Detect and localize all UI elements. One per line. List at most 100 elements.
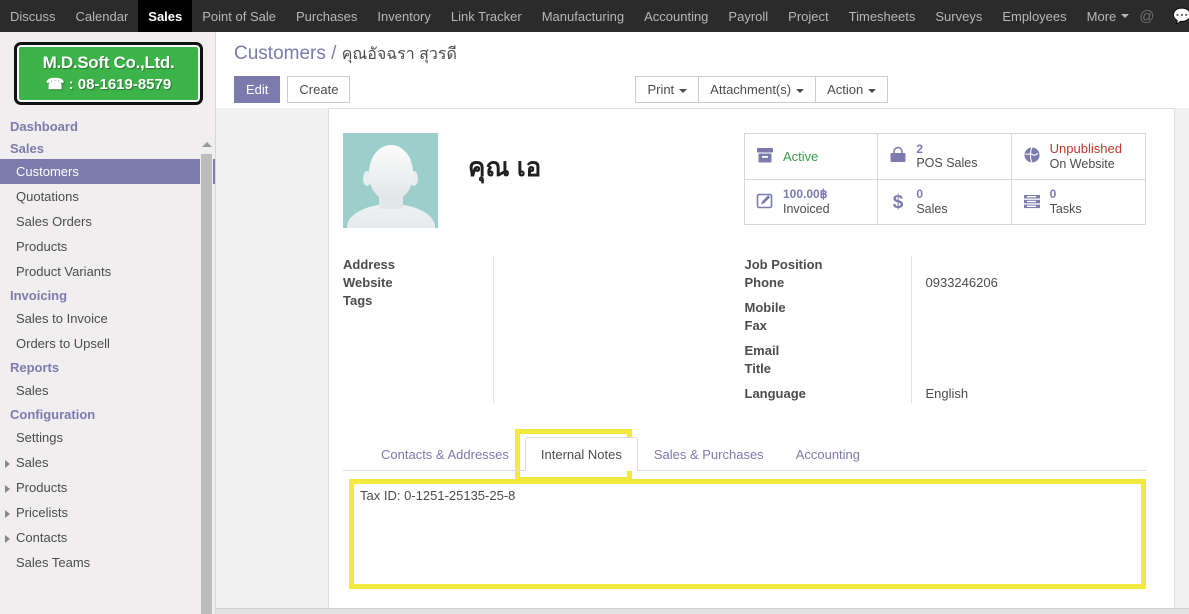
- main-content: Customers / คุณอัจฉรา สุวรดี Edit Create…: [216, 32, 1189, 614]
- sidebar-item-sales[interactable]: Sales: [0, 378, 215, 403]
- sidebar-section-configuration[interactable]: Configuration: [0, 403, 215, 425]
- field-value-mobile[interactable]: [926, 299, 1147, 317]
- stat-button-on-website[interactable]: Unpublished On Website: [1011, 134, 1145, 181]
- field-value-address[interactable]: [508, 256, 745, 274]
- nav-item-label: Inventory: [377, 8, 431, 24]
- field-value-email[interactable]: [926, 342, 1147, 360]
- action-label: Action: [827, 82, 864, 97]
- topbar-right-icons: @ 💬: [1139, 0, 1189, 32]
- nav-item-point-of-sale[interactable]: Point of Sale: [192, 0, 286, 32]
- internal-notes-textarea[interactable]: Tax ID: 0-1251-25135-25-8: [354, 484, 1141, 584]
- nav-item-employees[interactable]: Employees: [992, 0, 1076, 32]
- stat-button-pos-sales[interactable]: 2 POS Sales: [878, 134, 1012, 181]
- company-phone-number: 08-1619-8579: [77, 76, 172, 93]
- form-group-left: Address Website Tags: [343, 256, 745, 403]
- nav-item-accounting[interactable]: Accounting: [634, 0, 718, 32]
- sidebar-item-label: Orders to Upsell: [16, 336, 110, 351]
- print-dropdown-button[interactable]: Print: [635, 76, 699, 103]
- tab-internal-notes[interactable]: Internal Notes: [524, 437, 638, 471]
- right-field-values: 0933246206 English: [910, 256, 1147, 403]
- sidebar-item-contacts[interactable]: Contacts: [0, 525, 215, 550]
- nav-item-discuss[interactable]: Discuss: [0, 0, 66, 32]
- scroll-up-arrow-icon[interactable]: [201, 142, 212, 147]
- company-logo: M.D.Soft Co.,Ltd. ☎ : 08-1619-8579: [14, 42, 203, 105]
- mention-icon[interactable]: @: [1139, 9, 1154, 24]
- sidebar-item-customers[interactable]: Customers: [0, 159, 215, 184]
- attachments-dropdown-button[interactable]: Attachment(s): [698, 76, 816, 103]
- nav-item-surveys[interactable]: Surveys: [925, 0, 992, 32]
- field-value-tags[interactable]: [508, 292, 745, 310]
- avatar[interactable]: [343, 133, 438, 228]
- stat-button-sales[interactable]: $0 Sales: [878, 180, 1012, 224]
- sidebar-item-product-variants[interactable]: Product Variants: [0, 259, 215, 284]
- nav-item-inventory[interactable]: Inventory: [367, 0, 440, 32]
- sidebar-item-orders-to-upsell[interactable]: Orders to Upsell: [0, 331, 215, 356]
- field-value-website[interactable]: [508, 274, 745, 292]
- sidebar-section-reports[interactable]: Reports: [0, 356, 215, 378]
- field-value-language[interactable]: English: [926, 385, 1147, 403]
- sidebar-section-dashboard[interactable]: Dashboard: [0, 115, 215, 137]
- nav-item-label: Sales: [148, 8, 183, 24]
- sidebar-item-products[interactable]: Products: [0, 234, 215, 259]
- edit-button[interactable]: Edit: [234, 76, 281, 103]
- control-panel: Customers / คุณอัจฉรา สุวรดี Edit Create…: [216, 32, 1189, 108]
- sidebar-item-sales[interactable]: Sales: [0, 450, 215, 475]
- chevron-down-icon: [796, 88, 805, 93]
- right-field-labels: Job Position Phone Mobile Fax Email Title Lang…: [745, 256, 911, 403]
- stat-label: Tasks: [1049, 201, 1082, 216]
- stat-button-active[interactable]: Active: [745, 134, 879, 181]
- sidebar-item-sales-teams[interactable]: Sales Teams: [0, 550, 215, 575]
- sidebar-section-sales[interactable]: Sales: [0, 137, 215, 159]
- tasks-icon: [1022, 191, 1042, 214]
- field-value-job-position[interactable]: [926, 256, 1147, 274]
- sidebar-item-products[interactable]: Products: [0, 475, 215, 500]
- primary-buttons: Edit Create: [234, 76, 351, 103]
- record-title: คุณ เอ: [468, 152, 542, 182]
- stat-label: Invoiced: [783, 201, 830, 216]
- tab-contacts-addresses[interactable]: Contacts & Addresses: [365, 437, 525, 471]
- sidebar-scrollbar[interactable]: [200, 140, 213, 614]
- tab-accounting[interactable]: Accounting: [780, 437, 876, 471]
- field-gap: [926, 292, 1147, 299]
- nav-item-purchases[interactable]: Purchases: [286, 0, 367, 32]
- stat-button-tasks[interactable]: 0 Tasks: [1012, 180, 1145, 224]
- sidebar-item-sales-orders[interactable]: Sales Orders: [0, 209, 215, 234]
- nav-item-manufacturing[interactable]: Manufacturing: [532, 0, 634, 32]
- field-gap: [926, 335, 1147, 342]
- phone-icon: ☎ :: [45, 76, 74, 93]
- horizontal-scrollbar[interactable]: [216, 608, 1189, 614]
- field-value-fax[interactable]: [926, 317, 1147, 335]
- app-menu-list: Discuss Calendar Sales Point of Sale Purchas…: [0, 0, 1139, 32]
- nav-item-more[interactable]: More: [1077, 0, 1140, 32]
- sheet-background: คุณ เอ Active 2 POS Sales Unpublished On Web…: [216, 108, 1189, 614]
- nav-item-payroll[interactable]: Payroll: [718, 0, 778, 32]
- notebook: Contacts & Addresses Internal Notes Sales …: [343, 429, 1146, 589]
- sidebar-item-label: Pricelists: [16, 505, 69, 520]
- nav-item-link-tracker[interactable]: Link Tracker: [441, 0, 532, 32]
- top-navigation-bar: Discuss Calendar Sales Point of Sale Purchas…: [0, 0, 1189, 32]
- action-dropdown-button[interactable]: Action: [815, 76, 889, 103]
- tab-sales-purchases[interactable]: Sales & Purchases: [638, 437, 780, 471]
- sidebar-section-invoicing[interactable]: Invoicing: [0, 284, 215, 306]
- nav-item-project[interactable]: Project: [778, 0, 838, 32]
- tab-label: Sales & Purchases: [653, 447, 764, 462]
- sidebar-item-quotations[interactable]: Quotations: [0, 184, 215, 209]
- sidebar-scrollbar-thumb[interactable]: [201, 154, 212, 614]
- create-button[interactable]: Create: [287, 76, 351, 103]
- company-name: M.D.Soft Co.,Ltd.: [42, 53, 175, 72]
- breadcrumb-customers-link[interactable]: Customers: [234, 43, 326, 64]
- nav-item-sales[interactable]: Sales: [138, 0, 193, 32]
- attachments-label: Attachment(s): [710, 82, 792, 97]
- sidebar-item-sales-to-invoice[interactable]: Sales to Invoice: [0, 306, 215, 331]
- nav-item-label: Payroll: [728, 8, 769, 24]
- nav-item-calendar[interactable]: Calendar: [66, 0, 139, 32]
- sidebar-item-pricelists[interactable]: Pricelists: [0, 500, 215, 525]
- left-field-values: [493, 256, 745, 403]
- stat-label: Sales: [916, 201, 948, 216]
- field-value-phone[interactable]: 0933246206: [926, 274, 1147, 292]
- nav-item-timesheets[interactable]: Timesheets: [839, 0, 926, 32]
- sidebar-item-settings[interactable]: Settings: [0, 425, 215, 450]
- stat-button-invoiced[interactable]: 100.00฿ Invoiced: [745, 180, 879, 224]
- field-value-title[interactable]: [926, 360, 1147, 378]
- messages-icon[interactable]: 💬: [1173, 9, 1189, 24]
